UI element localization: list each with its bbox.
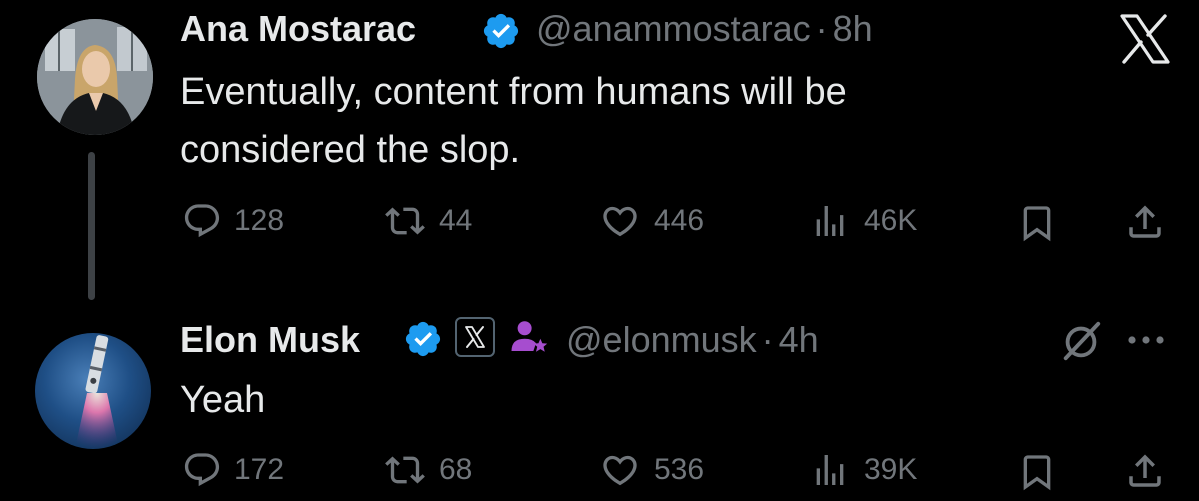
reply-icon xyxy=(184,453,220,487)
author-handle[interactable]: @anammostarac · 8h xyxy=(536,8,873,50)
x-logo-icon[interactable] xyxy=(1118,14,1172,64)
bookmark-icon[interactable] xyxy=(1017,451,1057,493)
tweet-time[interactable]: 4h xyxy=(779,319,819,360)
heart-icon xyxy=(603,206,637,237)
verified-badge-icon[interactable] xyxy=(481,11,521,51)
tweet-time[interactable]: 8h xyxy=(833,8,873,49)
reply-icon xyxy=(184,204,220,238)
author-name[interactable]: Ana Mostarac xyxy=(180,8,416,50)
author-name[interactable]: Elon Musk xyxy=(180,319,360,361)
views-icon xyxy=(816,455,844,485)
more-icon[interactable] xyxy=(1124,330,1168,350)
reply-button[interactable]: 128 xyxy=(182,201,284,241)
x-logo-icon xyxy=(465,326,485,348)
views-icon xyxy=(816,206,844,236)
views-button[interactable]: 39K xyxy=(808,450,917,490)
views-button[interactable]: 46K xyxy=(808,201,917,241)
like-button[interactable]: 446 xyxy=(598,201,704,241)
share-icon[interactable] xyxy=(1124,200,1166,244)
repost-button[interactable]: 44 xyxy=(383,201,472,241)
share-icon[interactable] xyxy=(1124,449,1166,493)
x-affiliate-badge[interactable] xyxy=(455,317,495,357)
thread-line xyxy=(88,152,95,300)
like-count: 446 xyxy=(654,204,705,237)
tweet-text: Yeah xyxy=(180,379,266,421)
tweet-text: Eventually, content from humans will be … xyxy=(180,71,847,171)
repost-count: 68 xyxy=(439,453,473,486)
avatar[interactable] xyxy=(37,19,153,135)
verified-badge-icon[interactable] xyxy=(403,319,443,359)
heart-icon xyxy=(603,455,637,486)
affiliate-badge-icon[interactable] xyxy=(508,316,550,358)
like-button[interactable]: 536 xyxy=(598,450,704,490)
reply-count: 172 xyxy=(234,453,285,486)
reply-button[interactable]: 172 xyxy=(182,450,284,490)
repost-button[interactable]: 68 xyxy=(383,450,472,490)
views-count: 46K xyxy=(864,204,918,237)
repost-count: 44 xyxy=(439,204,473,237)
grok-icon[interactable] xyxy=(1058,318,1104,364)
like-count: 536 xyxy=(654,453,705,486)
bookmark-icon[interactable] xyxy=(1017,202,1057,244)
avatar[interactable] xyxy=(35,333,151,449)
repost-icon xyxy=(385,456,425,484)
repost-icon xyxy=(385,207,425,235)
reply-count: 128 xyxy=(234,204,285,237)
views-count: 39K xyxy=(864,453,918,486)
author-handle[interactable]: @elonmusk · 4h xyxy=(566,319,819,361)
